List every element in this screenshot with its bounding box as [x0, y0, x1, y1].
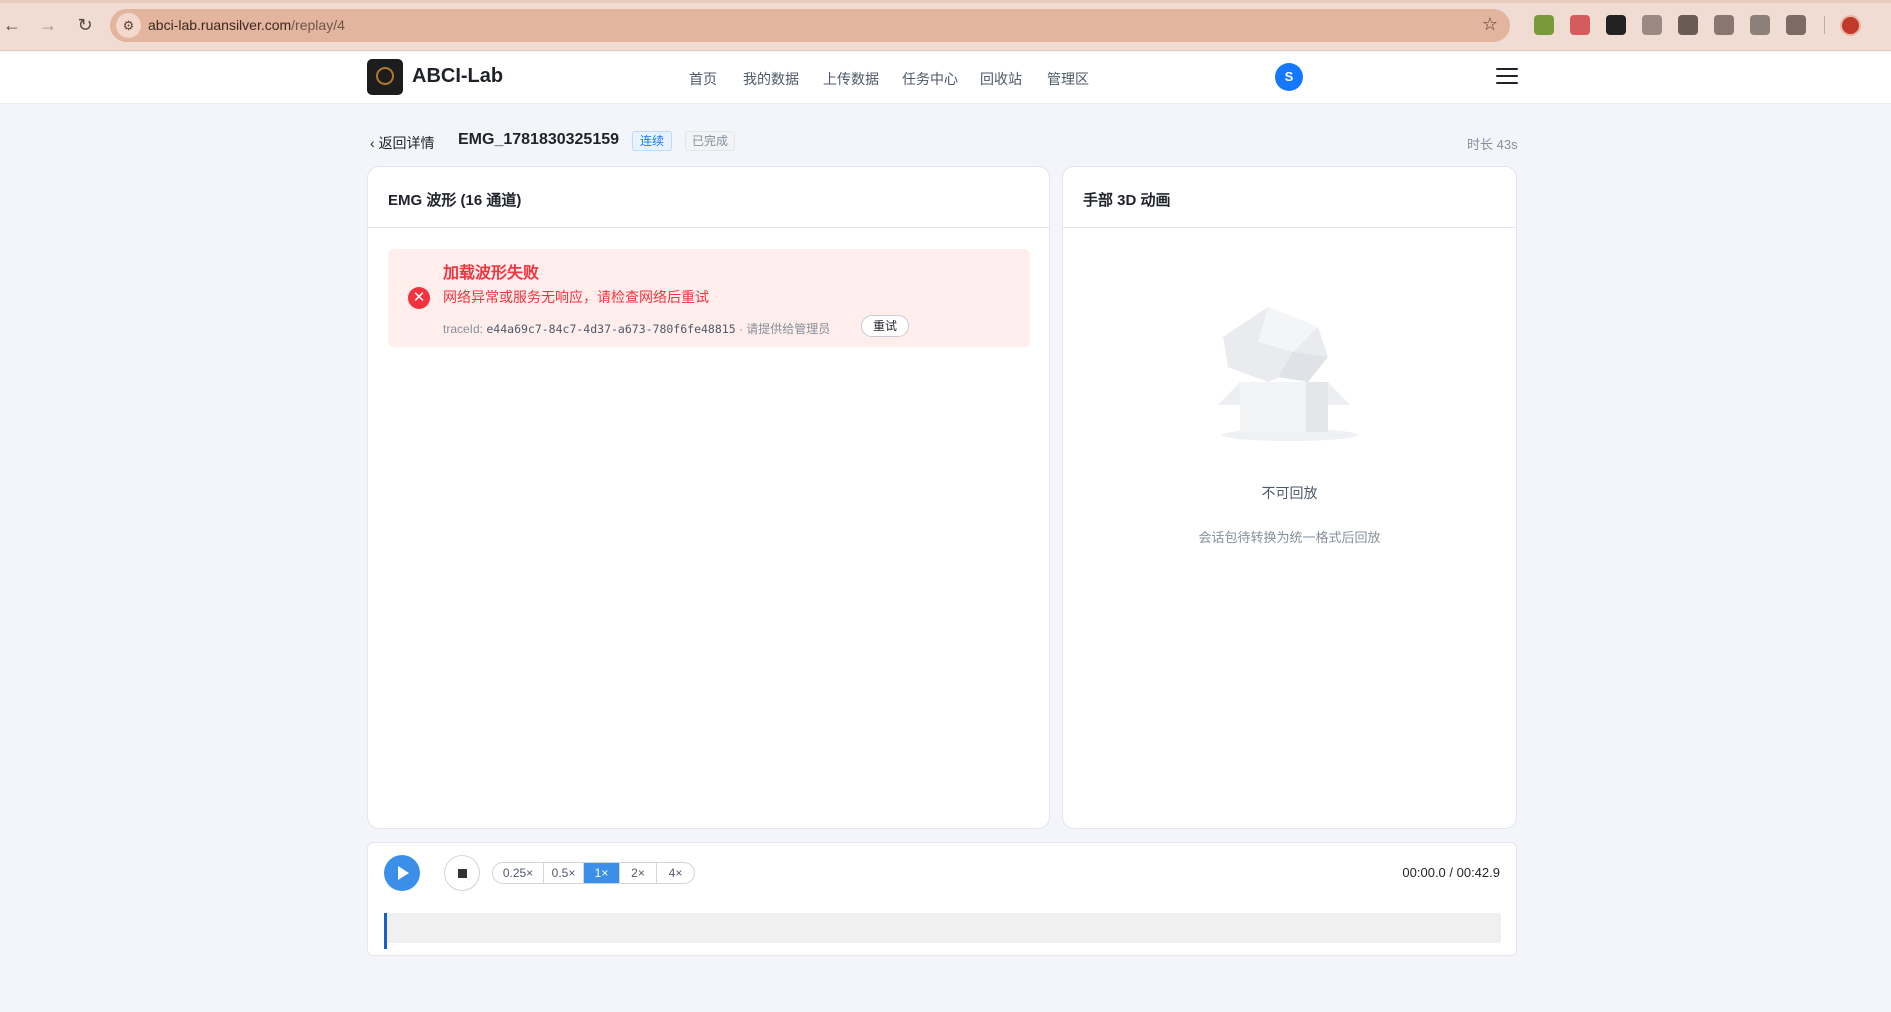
play-button[interactable]: [384, 855, 420, 891]
extension-icon[interactable]: [1750, 15, 1770, 35]
error-description: 网络异常或服务无响应，请检查网络后重试: [443, 289, 709, 305]
url-text[interactable]: abci-lab.ruansilver.com/replay/4: [148, 17, 345, 33]
nav-my-data[interactable]: 我的数据: [743, 69, 799, 89]
nav-upload[interactable]: 上传数据: [823, 69, 879, 89]
time-readout: 00:00.0 / 00:42.9: [1402, 865, 1500, 880]
trace-hint: · 请提供给管理员: [738, 322, 831, 336]
hand-panel-title: 手部 3D 动画: [1063, 167, 1516, 228]
playhead[interactable]: [384, 913, 387, 949]
speed-option-selected[interactable]: 1×: [584, 863, 620, 883]
logo-mark-icon: [376, 67, 394, 85]
nav-tasks[interactable]: 任务中心: [902, 69, 958, 89]
reload-icon[interactable]: ↻: [73, 13, 97, 37]
extension-icon[interactable]: [1678, 15, 1698, 35]
back-to-details-link[interactable]: ‹ 返回详情: [370, 133, 435, 153]
bookmark-star-icon[interactable]: ☆: [1482, 14, 1498, 35]
extension-icon[interactable]: [1570, 15, 1590, 35]
trace-label: traceId:: [443, 322, 484, 336]
duration-label: 时长 43s: [1467, 137, 1518, 152]
hamburger-menu-icon[interactable]: [1496, 68, 1518, 86]
site-info-icon[interactable]: ⚙: [116, 13, 141, 38]
nav-admin[interactable]: 管理区: [1047, 69, 1089, 89]
hand-3d-panel: 手部 3D 动画 不可回放 会话包待转换为统一格式后回放: [1062, 166, 1517, 829]
camera-icon[interactable]: [1642, 15, 1662, 35]
forward-arrow-icon[interactable]: →: [36, 13, 60, 37]
back-arrow-icon[interactable]: ←: [0, 13, 24, 37]
speed-option[interactable]: 2×: [620, 863, 657, 883]
stop-button[interactable]: [444, 855, 480, 891]
play-icon: [398, 866, 409, 880]
speed-option[interactable]: 0.5×: [544, 863, 584, 883]
error-close-circle-icon: ✕: [408, 287, 430, 309]
trace-id: e44a69c7-84c7-4d37-a673-780f6fe48815: [486, 322, 736, 336]
chevron-left-icon: ‹: [370, 135, 379, 151]
address-bar[interactable]: ⚙ abci-lab.ruansilver.com/replay/4 ☆: [110, 9, 1510, 42]
nav-home[interactable]: 首页: [689, 69, 717, 89]
tab-strip-edge: [0, 0, 1891, 3]
browser-toolbar: ← → ↻ ⚙ abci-lab.ruansilver.com/replay/4…: [0, 0, 1891, 51]
user-avatar[interactable]: S: [1275, 63, 1303, 91]
playback-controls: 0.25× 0.5× 1× 2× 4× 00:00.0 / 00:42.9: [367, 842, 1517, 956]
speed-option[interactable]: 0.25×: [493, 863, 544, 883]
speed-option[interactable]: 4×: [657, 863, 694, 883]
brand-name[interactable]: ABCI-Lab: [412, 65, 503, 88]
emg-panel-title: EMG 波形 (16 通道): [368, 167, 1049, 228]
extension-icon[interactable]: [1714, 15, 1734, 35]
nav-recycle-bin[interactable]: 回收站: [980, 69, 1022, 89]
error-title: 加载波形失败: [443, 265, 540, 282]
empty-description: 会话包待转换为统一格式后回放: [1198, 530, 1381, 545]
empty-title: 不可回放: [1261, 485, 1318, 501]
emg-panel: EMG 波形 (16 通道) ✕ 加载波形失败 网络异常或服务无响应，请检查网络…: [367, 166, 1050, 829]
app-header: ABCI-Lab 首页 我的数据 上传数据 任务中心 回收站 管理区 S: [0, 52, 1891, 104]
retry-button[interactable]: 重试: [861, 315, 910, 337]
error-alert: ✕ 加载波形失败 网络异常或服务无响应，请检查网络后重试 traceId: e4…: [388, 249, 1030, 347]
toolbar-divider: [1824, 16, 1825, 34]
extension-icon[interactable]: [1534, 15, 1554, 35]
logo[interactable]: [367, 59, 403, 95]
puzzle-icon[interactable]: [1786, 15, 1806, 35]
speed-selector: 0.25× 0.5× 1× 2× 4×: [492, 862, 695, 884]
error-trace: traceId: e44a69c7-84c7-4d37-a673-780f6fe…: [443, 320, 830, 337]
status-tag: 已完成: [685, 131, 736, 151]
timeline-track[interactable]: [384, 913, 1501, 949]
profile-avatar[interactable]: [1840, 15, 1861, 36]
mode-tag: 连续: [632, 131, 673, 151]
session-title: EMG_1781830325159: [458, 131, 620, 148]
stop-icon: [458, 869, 467, 878]
empty-box-icon: [1218, 307, 1358, 441]
extension-icon[interactable]: [1606, 15, 1626, 35]
